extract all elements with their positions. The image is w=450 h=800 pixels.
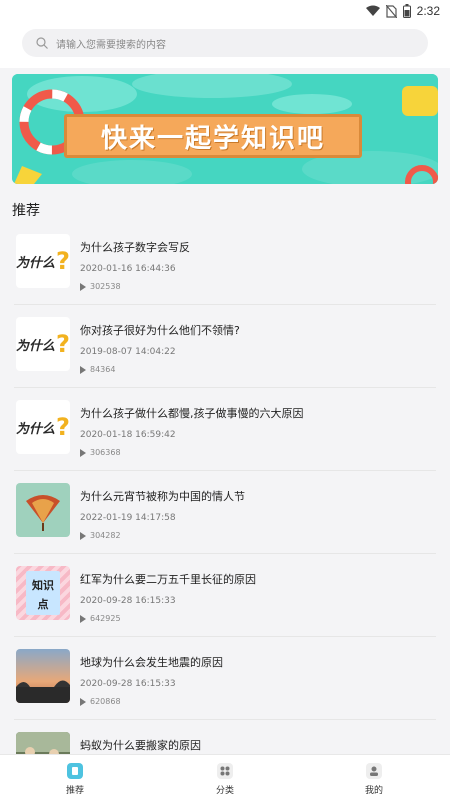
list-item[interactable]: 为什么? 为什么孩子做什么都慢,孩子做事慢的六大原因 2020-01-18 16:5… (14, 388, 436, 471)
item-title: 为什么孩子做什么都慢,孩子做事慢的六大原因 (80, 407, 304, 420)
nav-label-profile: 我的 (364, 786, 383, 796)
item-date: 2019-08-07 14:04:22 (80, 347, 176, 357)
item-views: 302538 (80, 282, 121, 291)
people-thumbnail (16, 732, 70, 754)
play-icon (80, 531, 86, 540)
item-title: 为什么孩子数字会写反 (80, 241, 190, 254)
play-icon (80, 448, 86, 457)
nav-label-recommend: 推荐 (65, 786, 84, 796)
item-view-count: 620868 (90, 697, 121, 706)
fan-icon (26, 495, 60, 531)
item-title: 为什么元宵节被称为中国的情人节 (80, 490, 245, 503)
section-title: 推荐 (12, 203, 40, 219)
list-item[interactable]: 知识点 红军为什么要二万五千里长征的原因 2020-09-28 16:15:33 64… (14, 554, 436, 637)
search-header: 请输入您需要搜索的内容 (0, 22, 450, 68)
item-views: 620868 (80, 697, 121, 706)
item-date: 2020-09-28 16:15:33 (80, 679, 176, 689)
item-views: 84364 (80, 365, 115, 374)
item-view-count: 304282 (90, 531, 121, 540)
play-icon (80, 365, 86, 374)
item-title: 红军为什么要二万五千里长征的原因 (80, 573, 256, 586)
nav-recommend[interactable]: 推荐 (35, 763, 115, 796)
battery-icon (402, 4, 411, 18)
why-thumbnail-text: 为什么 (16, 421, 56, 437)
item-views: 642925 (80, 614, 121, 623)
question-mark-icon: ? (56, 330, 70, 358)
no-sim-icon (385, 4, 397, 18)
people-photo (16, 732, 70, 754)
item-date: 2020-09-28 16:15:33 (80, 596, 176, 606)
nav-category[interactable]: 分类 (185, 763, 265, 796)
item-view-count: 302538 (90, 282, 121, 291)
item-view-count: 84364 (90, 365, 116, 374)
play-icon (80, 614, 86, 623)
sunset-photo (16, 649, 70, 703)
list-item[interactable]: 为什么? 为什么孩子数字会写反 2020-01-16 16:44:36 302538 (14, 222, 436, 305)
play-icon (80, 697, 86, 706)
why-thumbnail: 为什么? (16, 234, 70, 288)
status-icons: 2:32 (365, 3, 440, 19)
search-icon (36, 37, 48, 49)
item-date: 2020-01-18 16:59:42 (80, 430, 176, 440)
list-item[interactable]: 为什么? 你对孩子很好为什么他们不领情? 2019-08-07 14:04:22 84… (14, 305, 436, 388)
item-title: 地球为什么会发生地震的原因 (80, 656, 223, 669)
item-views: 304282 (80, 531, 121, 540)
why-thumbnail: 为什么? (16, 400, 70, 454)
why-thumbnail-text: 为什么 (16, 255, 56, 271)
play-icon (80, 282, 86, 291)
nav-label-category: 分类 (215, 786, 234, 796)
status-bar: 2:32 (0, 0, 450, 22)
sunset-thumbnail (16, 649, 70, 703)
item-date: 2020-01-16 16:44:36 (80, 264, 176, 274)
item-date: 2022-01-19 14:17:58 (80, 513, 176, 523)
nav-profile[interactable]: 我的 (334, 763, 414, 796)
profile-icon (366, 763, 382, 779)
item-title: 蚂蚁为什么要搬家的原因 (80, 739, 201, 752)
list-item[interactable]: 蚂蚁为什么要搬家的原因 (14, 720, 436, 754)
recommend-icon (67, 763, 83, 779)
fan-thumbnail (16, 483, 70, 537)
list-item[interactable]: 地球为什么会发生地震的原因 2020-09-28 16:15:33 620868 (14, 637, 436, 720)
question-mark-icon: ? (56, 413, 70, 441)
list-item[interactable]: 为什么元宵节被称为中国的情人节 2022-01-19 14:17:58 304282 (14, 471, 436, 554)
wifi-icon (365, 5, 380, 16)
question-mark-icon: ? (56, 247, 70, 275)
item-title: 你对孩子很好为什么他们不领情? (80, 324, 240, 337)
status-time: 2:32 (416, 4, 440, 18)
bottom-nav: 推荐 分类 我的 (0, 754, 450, 800)
why-thumbnail-text: 为什么 (16, 338, 56, 354)
search-placeholder: 请输入您需要搜索的内容 (56, 39, 166, 51)
item-views: 306368 (80, 448, 121, 457)
banner-title-board: 快来一起学知识吧 (64, 114, 362, 158)
article-list: 为什么? 为什么孩子数字会写反 2020-01-16 16:44:36 302538 为… (0, 222, 450, 754)
banner[interactable]: 快来一起学知识吧 (12, 74, 438, 184)
item-view-count: 306368 (90, 448, 121, 457)
item-view-count: 642925 (90, 614, 121, 623)
why-thumbnail: 为什么? (16, 317, 70, 371)
banner-title: 快来一起学知识吧 (100, 123, 325, 154)
knowledge-thumbnail: 知识点 (16, 566, 70, 620)
category-icon (217, 763, 233, 779)
search-input[interactable]: 请输入您需要搜索的内容 (22, 29, 428, 57)
knowledge-thumbnail-text: 知识点 (32, 579, 54, 611)
